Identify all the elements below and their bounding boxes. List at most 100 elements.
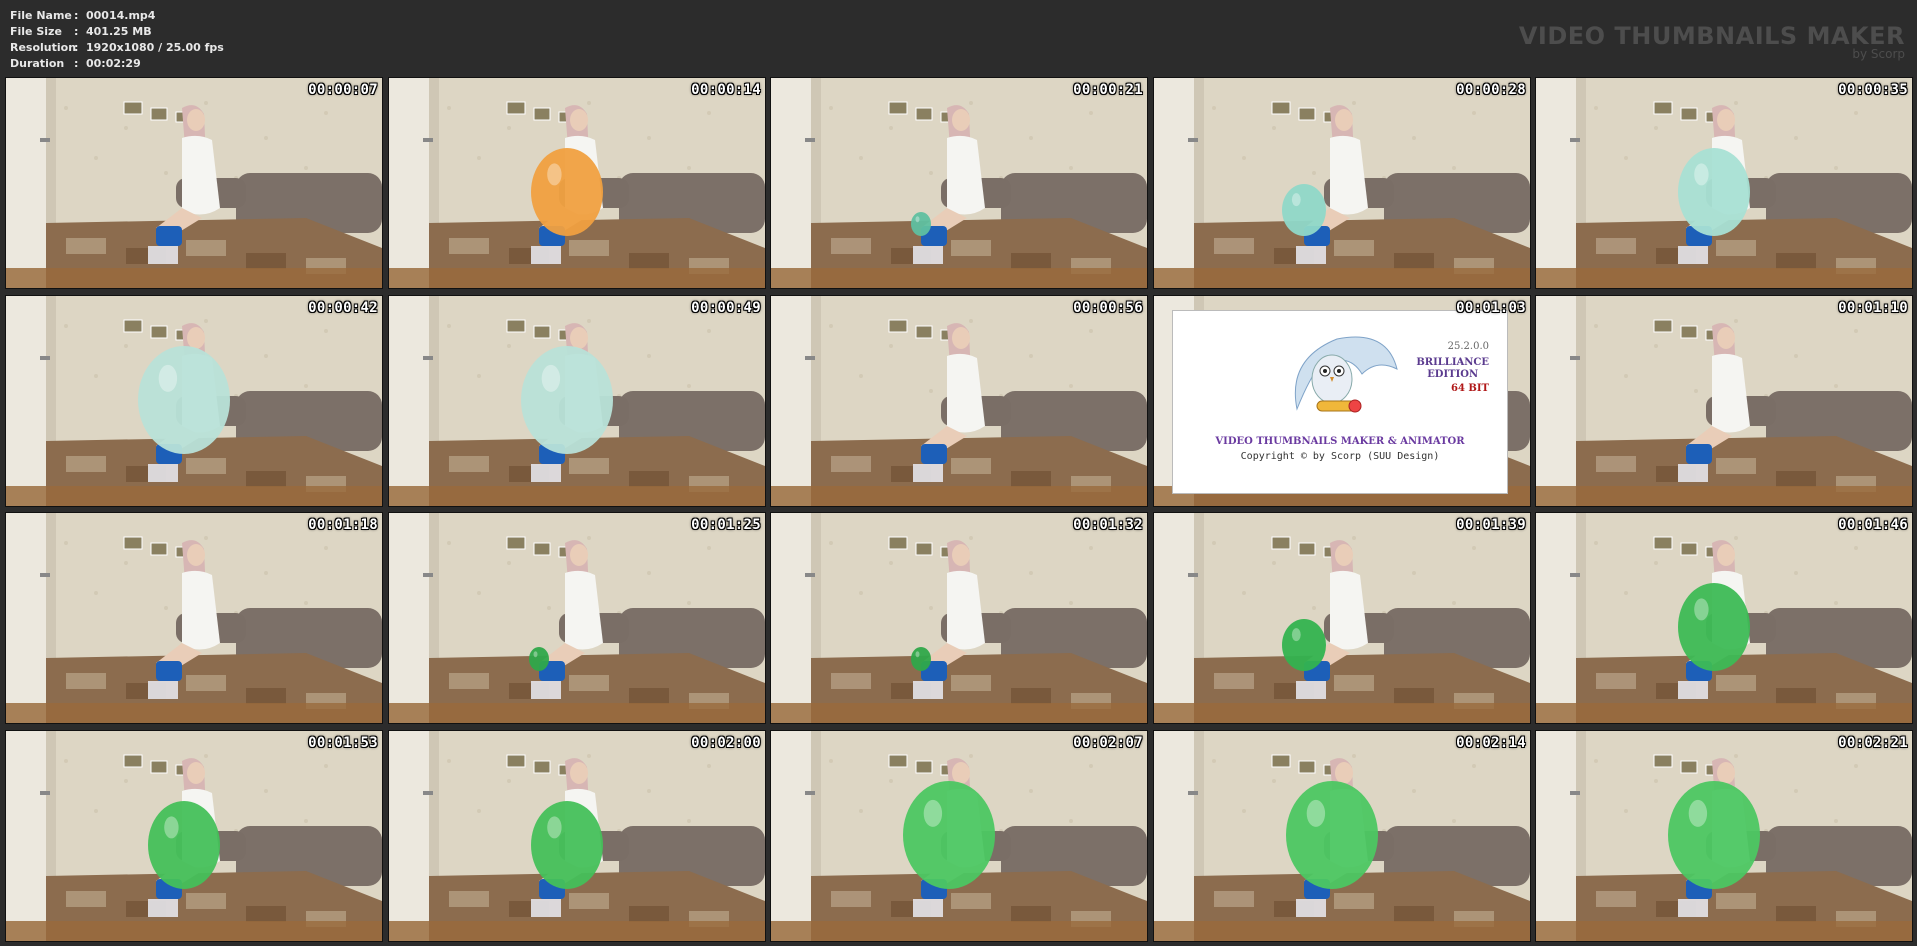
person-head <box>952 762 970 784</box>
person-head <box>1335 762 1353 784</box>
frame <box>533 107 551 121</box>
balloon <box>1678 583 1750 671</box>
balloon <box>1678 148 1750 236</box>
frame <box>915 760 933 774</box>
balloon-box <box>1678 681 1708 699</box>
frame <box>1298 542 1316 556</box>
timestamp: 00:00:49 <box>691 300 761 316</box>
person-head <box>1717 544 1735 566</box>
balloon <box>1282 184 1326 236</box>
frame <box>150 325 168 339</box>
timestamp: 00:02:21 <box>1838 735 1908 751</box>
thumbnail-frame[interactable]: 00:01:18 <box>5 512 383 724</box>
thumbnail-frame[interactable]: 00:00:56 <box>770 295 1148 507</box>
person-head <box>570 327 588 349</box>
floor <box>1536 486 1912 506</box>
pump <box>921 444 947 464</box>
thumbnail-frame[interactable]: 00:01:10 <box>1535 295 1913 507</box>
thumbnail-sheet: File Name : 00014.mp4 File Size : 401.25… <box>0 0 1917 946</box>
frame <box>150 542 168 556</box>
thumbnail-frame[interactable]: 00:00:35 <box>1535 77 1913 289</box>
balloon-highlight <box>547 816 562 839</box>
separator: : <box>74 25 79 38</box>
thumbnail-frame[interactable]: 00:00:28 <box>1153 77 1531 289</box>
frame <box>150 760 168 774</box>
person-head <box>187 327 205 349</box>
person-head <box>187 762 205 784</box>
timestamp: 00:01:46 <box>1838 517 1908 533</box>
thumbnail-frame[interactable]: 00:01:32 <box>770 512 1148 724</box>
frame <box>506 536 526 550</box>
timestamp: 00:00:14 <box>691 82 761 98</box>
frame <box>1298 760 1316 774</box>
balloon-box <box>913 899 943 917</box>
balloon-box <box>531 899 561 917</box>
thumbnail-frame[interactable]: 00:00:21 <box>770 77 1148 289</box>
frame-image <box>6 731 382 941</box>
thumbnail-frame[interactable]: 00:01:39 <box>1153 512 1531 724</box>
frame <box>506 754 526 768</box>
frame-image <box>6 78 382 288</box>
balloon <box>531 801 603 889</box>
balloon-box <box>148 464 178 482</box>
thumbnail-frame[interactable]: 00:02:21 <box>1535 730 1913 942</box>
person-head <box>1717 762 1735 784</box>
frame <box>1298 107 1316 121</box>
frame <box>533 542 551 556</box>
thumbnail-frame[interactable]: 00:01:25 <box>388 512 766 724</box>
frame-image <box>6 513 382 723</box>
thumbnail-frame[interactable]: 00:00:14 <box>388 77 766 289</box>
frame <box>123 101 143 115</box>
floor <box>6 486 382 506</box>
file-name-label: File Name <box>10 9 72 22</box>
thumbnail-frame[interactable]: 00:00:42 <box>5 295 383 507</box>
resolution-value: 1920x1080 / 25.00 fps <box>86 41 224 54</box>
thumbnail-frame[interactable]: 00:01:53 <box>5 730 383 942</box>
frame <box>888 319 908 333</box>
balloon <box>529 647 549 671</box>
frame-image <box>771 296 1147 506</box>
thumbnail-frame[interactable]: 25.2.0.0 BRILLIANCE EDITION 64 BIT VIDEO… <box>1153 295 1531 507</box>
timestamp: 00:00:42 <box>308 300 378 316</box>
balloon-box <box>1678 899 1708 917</box>
thumbnail-frame[interactable]: 00:02:07 <box>770 730 1148 942</box>
balloon-highlight <box>164 816 179 839</box>
timestamp: 00:01:10 <box>1838 300 1908 316</box>
thumbnail-frame[interactable]: 00:02:00 <box>388 730 766 942</box>
balloon-highlight <box>533 651 538 658</box>
frame-image <box>771 513 1147 723</box>
frame-image <box>389 731 765 941</box>
balloon <box>1286 781 1378 889</box>
splash-copyright: Copyright © by Scorp (SUU Design) <box>1240 451 1440 462</box>
thumbnail-frame[interactable]: 00:00:49 <box>388 295 766 507</box>
floor <box>771 268 1147 288</box>
person-head <box>1717 327 1735 349</box>
thumbnail-frame[interactable]: 00:01:46 <box>1535 512 1913 724</box>
frame <box>888 754 908 768</box>
timestamp: 00:02:07 <box>1073 735 1143 751</box>
floor <box>771 921 1147 941</box>
balloon-box <box>531 681 561 699</box>
timestamp: 00:02:00 <box>691 735 761 751</box>
balloon <box>911 647 931 671</box>
timestamp: 00:01:18 <box>308 517 378 533</box>
frame <box>888 536 908 550</box>
thumbnail-frame[interactable]: 00:00:07 <box>5 77 383 289</box>
balloon-box <box>1678 246 1708 264</box>
balloon <box>911 212 931 236</box>
balloon <box>531 148 603 236</box>
floor <box>1536 268 1912 288</box>
balloon-box <box>148 681 178 699</box>
balloon-highlight <box>541 364 561 392</box>
frame-image <box>389 296 765 506</box>
balloon-box <box>148 246 178 264</box>
floor <box>389 486 765 506</box>
timestamp: 00:01:32 <box>1073 517 1143 533</box>
timestamp: 00:00:56 <box>1073 300 1143 316</box>
frame <box>1271 754 1291 768</box>
frame <box>1653 319 1673 333</box>
thumbnail-frame[interactable]: 00:02:14 <box>1153 730 1531 942</box>
person-head <box>952 544 970 566</box>
timestamp: 00:01:53 <box>308 735 378 751</box>
frame-image <box>771 731 1147 941</box>
